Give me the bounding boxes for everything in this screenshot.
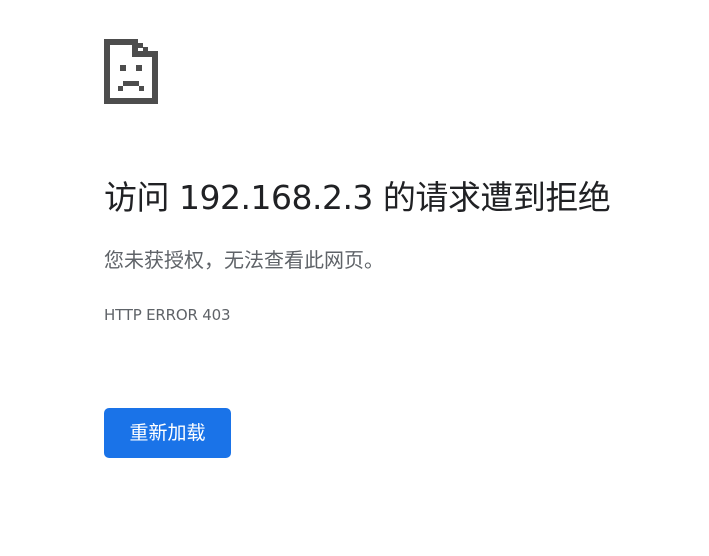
sad-page-icon [104, 39, 158, 104]
error-title: 访问 192.168.2.3 的请求遭到拒绝 [104, 178, 611, 217]
error-message: 您未获授权，无法查看此网页。 [104, 248, 384, 272]
error-code: HTTP ERROR 403 [104, 306, 231, 324]
reload-button[interactable]: 重新加载 [104, 408, 231, 458]
